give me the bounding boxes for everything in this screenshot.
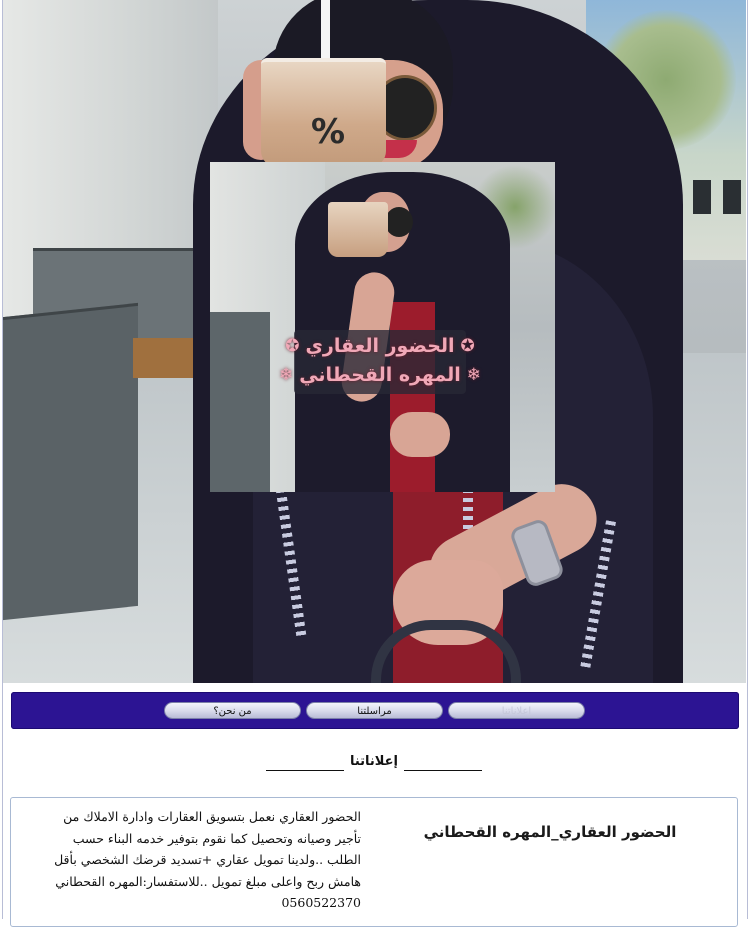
nav-contact-button[interactable]: مراسلتنا xyxy=(306,702,443,719)
heading-rule-right xyxy=(404,770,482,771)
ad-description-line: الطلب ..ولدينا تمويل عقاري +تسديد قرضك ا… xyxy=(54,852,361,867)
hero-caption-line-2: ❄ المهره القحطاني ❄ xyxy=(279,361,481,390)
star-badge-icon: ✪ xyxy=(460,336,475,356)
ad-description-line: هامش ربح واعلى مبلغ تمويل ..للاستفسار:ال… xyxy=(55,873,361,889)
nav-about-button[interactable]: من نحن؟ xyxy=(164,702,301,719)
snowflake-icon: ❄ xyxy=(466,365,482,385)
snowflake-icon: ❄ xyxy=(278,365,294,385)
cup-logo: % xyxy=(310,112,346,152)
section-heading: إعلاناتنا xyxy=(265,754,482,771)
ad-title[interactable]: الحضور العقاري_المهره القحطاني xyxy=(400,822,700,842)
ad-description: الحضور العقاري نعمل بتسويق العقارات وادا… xyxy=(17,806,361,914)
ad-description-line: تأجير وصيانه وتحصيل كما نقوم بتوفير خدمه… xyxy=(72,830,361,846)
nav-ads-button[interactable]: إعلاناتنا xyxy=(448,702,585,719)
ad-phone-number: 0560522370 xyxy=(281,895,361,910)
star-badge-icon: ✪ xyxy=(285,336,300,356)
ad-description-line: الحضور العقاري نعمل بتسويق العقارات وادا… xyxy=(63,809,361,824)
hero-inset-image xyxy=(210,162,555,492)
hero-caption: ✪ الحضور العقاري ✪ ❄ المهره القحطاني ❄ xyxy=(279,330,481,394)
section-title-text: إعلاناتنا xyxy=(349,754,398,769)
hero-caption-text-2: المهره القحطاني xyxy=(299,364,461,386)
main-nav-bar: إعلاناتنا مراسلتنا من نحن؟ xyxy=(11,692,739,729)
heading-rule-left xyxy=(265,770,344,771)
hero-caption-line-1: ✪ الحضور العقاري ✪ xyxy=(285,332,475,361)
hero-caption-text-1: الحضور العقاري xyxy=(305,335,455,357)
